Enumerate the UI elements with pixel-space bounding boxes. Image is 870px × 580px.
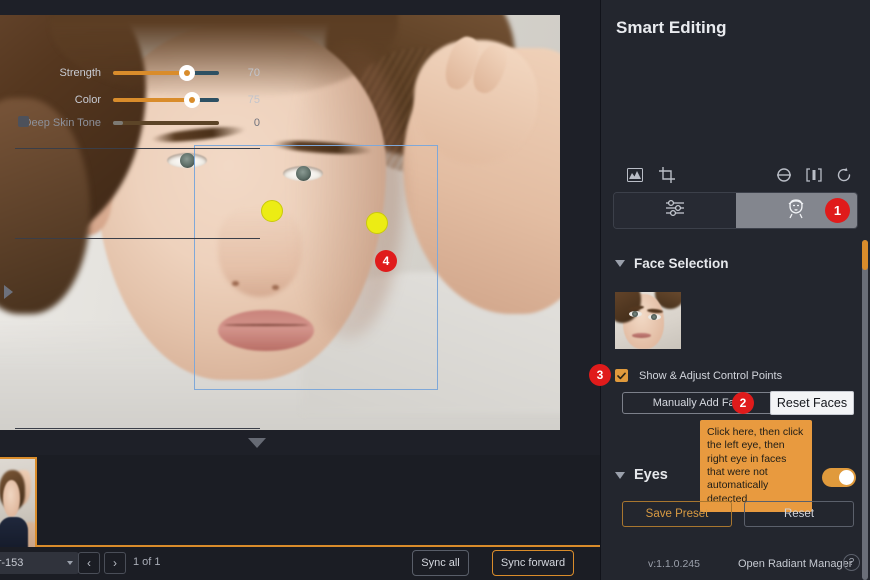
slider-track-deep-skin-tone[interactable] (113, 121, 219, 125)
tab-adjustments[interactable] (614, 193, 736, 228)
thumb-body (0, 517, 28, 549)
help-icon[interactable]: ? (843, 554, 860, 571)
add-face-tooltip: Click here, then click the left eye, the… (700, 420, 812, 512)
collapse-filmstrip-chevron-icon[interactable] (248, 438, 266, 448)
chevron-down-icon (67, 561, 73, 565)
eye-control-point-left[interactable] (261, 200, 283, 222)
chevron-down-icon (615, 472, 625, 479)
divider-eyes-section (15, 428, 260, 429)
before-after-split-icon[interactable] (772, 163, 796, 187)
deep-skin-tone-checkbox[interactable] (18, 116, 29, 127)
eye-control-point-right[interactable] (366, 212, 388, 234)
slider-row-deep-skin-tone: Deep Skin Tone 0 (15, 112, 260, 134)
eyes-enable-toggle[interactable] (822, 468, 856, 487)
user-select-label: user-153 (0, 557, 23, 569)
reset-faces-button[interactable]: Reset Faces (770, 391, 854, 415)
slider-label-deep-skin-tone: Deep Skin Tone (15, 117, 113, 129)
slider-row-strength: Strength 70 (15, 62, 260, 84)
face-selection-title: Face Selection (634, 256, 729, 271)
thumb-face (3, 480, 20, 517)
slider-knob-strength[interactable] (179, 65, 195, 81)
reset-rotate-icon[interactable] (832, 163, 856, 187)
annotation-marker-4: 4 (375, 250, 397, 272)
sliders-adjust-icon (664, 199, 686, 222)
face-thumb-iris-left (632, 311, 638, 317)
slider-fill-deep-skin-tone (113, 121, 123, 125)
face-retouch-icon (786, 197, 806, 224)
panel-collapse-arrow-icon[interactable] (4, 285, 13, 299)
user-select-dropdown[interactable]: user-153 (0, 552, 79, 574)
annotation-marker-1: 1 (825, 198, 850, 223)
eyes-title: Eyes (634, 467, 668, 483)
image-page-count: 1 of 1 (133, 556, 161, 568)
filmstrip-thumbnail[interactable] (0, 457, 37, 549)
sync-all-button[interactable]: Sync all (412, 550, 469, 576)
slider-fill-color (113, 98, 192, 102)
application-window: 4 user-153 ‹ › 1 of 1 Sync all Sync forw… (0, 0, 870, 580)
next-image-button[interactable]: › (104, 552, 126, 574)
control-points-row: Show & Adjust Control Points (615, 369, 782, 382)
slider-value-color: 75 (219, 94, 260, 106)
image-editor-area: 4 user-153 ‹ › 1 of 1 Sync all Sync forw… (0, 0, 600, 580)
slider-value-strength: 70 (219, 67, 260, 79)
slider-label-color: Color (15, 94, 113, 106)
divider-face-section (15, 238, 260, 239)
panel-scrollbar-track[interactable] (862, 240, 868, 580)
reset-button[interactable]: Reset (744, 501, 854, 527)
prev-image-button[interactable]: ‹ (78, 552, 100, 574)
panel-scrollbar-thumb[interactable] (862, 240, 868, 270)
eyes-section-header[interactable]: Eyes (615, 467, 668, 483)
face-thumbnail[interactable] (615, 292, 681, 349)
annotation-marker-3: 3 (589, 364, 611, 386)
panel-title: Smart Editing (616, 18, 727, 38)
slider-knob-color[interactable] (184, 92, 200, 108)
chevron-down-icon (615, 260, 625, 267)
crop-icon[interactable] (655, 163, 679, 187)
slider-track-strength[interactable] (113, 71, 219, 75)
open-radiant-manager-link[interactable]: Open Radiant Manager (738, 558, 852, 570)
slider-row-color: Color 75 (15, 89, 260, 111)
face-thumb-iris-right (651, 314, 657, 320)
side-by-side-compare-icon[interactable] (802, 163, 826, 187)
slider-label-strength: Strength (15, 67, 113, 79)
face-selection-section-header[interactable]: Face Selection (615, 256, 729, 271)
mode-segmented-control (613, 192, 858, 229)
face-thumb-lips (632, 333, 650, 338)
slider-fill-strength (113, 71, 187, 75)
divider-top (15, 148, 260, 149)
show-control-points-checkbox[interactable] (615, 369, 628, 382)
version-label: v:1.1.0.245 (648, 558, 700, 570)
slider-track-color[interactable] (113, 98, 219, 102)
face-detection-box[interactable] (194, 145, 438, 390)
show-control-points-label: Show & Adjust Control Points (639, 370, 782, 382)
save-preset-button[interactable]: Save Preset (622, 501, 732, 527)
filmstrip (0, 455, 600, 547)
sync-forward-button[interactable]: Sync forward (492, 550, 574, 576)
histogram-icon[interactable] (623, 163, 647, 187)
annotation-marker-2: 2 (732, 392, 754, 414)
slider-value-deep-skin-tone: 0 (219, 117, 260, 129)
